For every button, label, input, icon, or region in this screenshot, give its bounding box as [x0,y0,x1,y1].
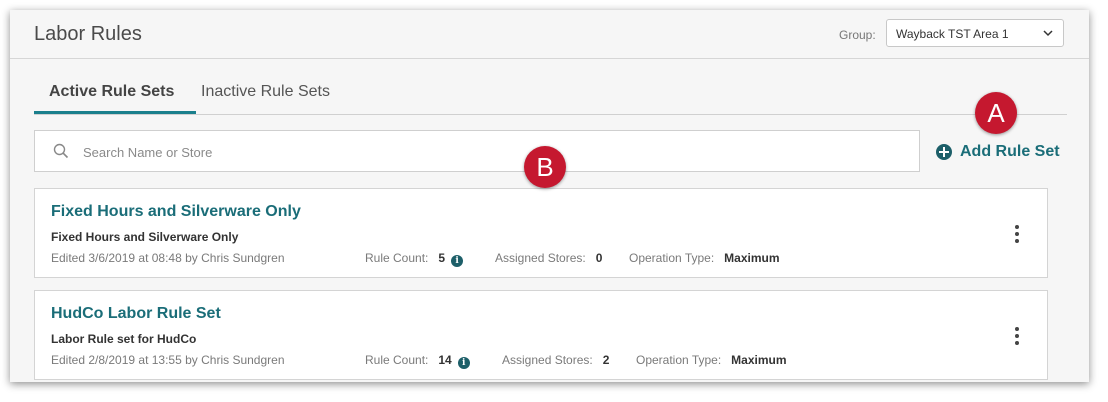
rule-set-description: Fixed Hours and Silverware Only [51,230,239,244]
operation-type: Operation Type: Maximum [636,353,787,367]
plus-circle-icon [936,144,952,160]
rule-set-edited: Edited 2/8/2019 at 13:55 by Chris Sundgr… [51,353,285,367]
add-rule-set-label: Add Rule Set [960,143,1060,160]
operation-type-value: Maximum [724,251,780,265]
page-title: Labor Rules [34,23,142,45]
rule-count-label: Rule Count: [365,251,429,265]
assigned-stores-value: 0 [595,251,603,265]
more-options-icon[interactable] [1013,327,1021,349]
callout-marker-a: A [975,92,1017,134]
more-options-icon[interactable] [1013,225,1021,247]
rule-set-description: Labor Rule set for HudCo [51,332,197,346]
assigned-stores-label: Assigned Stores: [495,251,586,265]
group-label: Group: [839,28,876,42]
page-header: Labor Rules Group: Wayback TST Area 1 [10,10,1089,59]
rule-count-value: 5 [438,251,446,265]
operation-type: Operation Type: Maximum [629,251,780,265]
assigned-stores-label: Assigned Stores: [502,353,593,367]
rule-set-name-link[interactable]: HudCo Labor Rule Set [51,305,221,323]
rule-set-card: HudCo Labor Rule Set Labor Rule set for … [34,290,1048,380]
assigned-stores: Assigned Stores: 0 [495,251,602,265]
chevron-down-icon [1043,30,1053,37]
rule-count-label: Rule Count: [365,353,429,367]
rule-set-tabs: Active Rule Sets Inactive Rule Sets [34,70,1067,115]
active-tab-indicator [34,111,196,114]
callout-marker-b: B [524,146,566,188]
info-icon[interactable]: i [457,357,470,369]
rule-count-value: 14 [438,353,452,367]
tab-active-rule-sets[interactable]: Active Rule Sets [49,83,174,101]
info-icon[interactable]: i [451,255,464,267]
operation-type-value: Maximum [731,353,787,367]
operation-type-label: Operation Type: [636,353,722,367]
rule-set-name-link[interactable]: Fixed Hours and Silverware Only [51,203,301,221]
add-rule-set-button[interactable]: Add Rule Set [936,141,1060,163]
operation-type-label: Operation Type: [629,251,715,265]
labor-rules-window: Labor Rules Group: Wayback TST Area 1 Ac… [10,10,1089,382]
assigned-stores-value: 2 [602,353,610,367]
rule-set-edited: Edited 3/6/2019 at 08:48 by Chris Sundgr… [51,251,285,265]
tab-inactive-rule-sets[interactable]: Inactive Rule Sets [201,83,330,101]
group-select-value: Wayback TST Area 1 [896,27,1009,41]
search-icon [53,143,69,159]
search-input[interactable] [81,140,885,164]
assigned-stores: Assigned Stores: 2 [502,353,609,367]
rule-set-card: Fixed Hours and Silverware Only Fixed Ho… [34,188,1048,278]
rule-count: Rule Count: 14 i [365,353,470,369]
search-box [34,130,920,172]
rule-count: Rule Count: 5 i [365,251,464,267]
group-select[interactable]: Wayback TST Area 1 [886,19,1064,47]
